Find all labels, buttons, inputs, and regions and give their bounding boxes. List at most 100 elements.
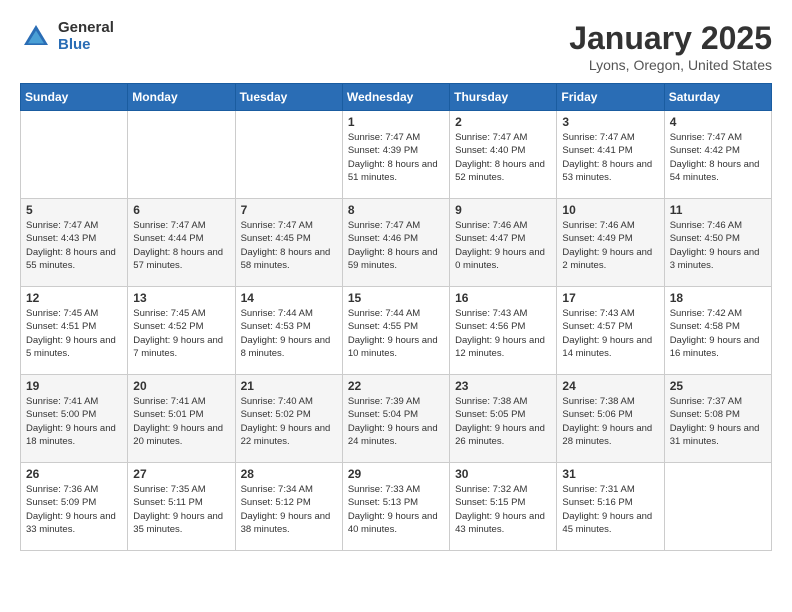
day-header-wednesday: Wednesday	[342, 84, 449, 111]
day-number: 8	[348, 203, 444, 217]
day-info: Sunrise: 7:47 AM Sunset: 4:40 PM Dayligh…	[455, 131, 551, 184]
calendar-cell: 10 Sunrise: 7:46 AM Sunset: 4:49 PM Dayli…	[557, 199, 664, 287]
day-number: 16	[455, 291, 551, 305]
day-info: Sunrise: 7:46 AM Sunset: 4:47 PM Dayligh…	[455, 219, 551, 272]
calendar-cell: 9 Sunrise: 7:46 AM Sunset: 4:47 PM Daylig…	[450, 199, 557, 287]
day-number: 20	[133, 379, 229, 393]
calendar-cell	[235, 111, 342, 199]
day-info: Sunrise: 7:44 AM Sunset: 4:55 PM Dayligh…	[348, 307, 444, 360]
logo: General Blue	[20, 20, 114, 53]
day-header-saturday: Saturday	[664, 84, 771, 111]
day-info: Sunrise: 7:41 AM Sunset: 5:01 PM Dayligh…	[133, 395, 229, 448]
day-info: Sunrise: 7:44 AM Sunset: 4:53 PM Dayligh…	[241, 307, 337, 360]
calendar-cell	[664, 463, 771, 551]
day-info: Sunrise: 7:47 AM Sunset: 4:41 PM Dayligh…	[562, 131, 658, 184]
day-info: Sunrise: 7:38 AM Sunset: 5:05 PM Dayligh…	[455, 395, 551, 448]
week-row-3: 19 Sunrise: 7:41 AM Sunset: 5:00 PM Dayli…	[21, 375, 772, 463]
calendar-cell: 16Sunrise: 7:43 AM Sunset: 4:56 PM Dayli…	[450, 287, 557, 375]
day-info: Sunrise: 7:43 AM Sunset: 4:57 PM Dayligh…	[562, 307, 658, 360]
calendar-cell: 18Sunrise: 7:42 AM Sunset: 4:58 PM Dayli…	[664, 287, 771, 375]
day-info: Sunrise: 7:47 AM Sunset: 4:43 PM Dayligh…	[26, 219, 122, 272]
day-info: Sunrise: 7:31 AM Sunset: 5:16 PM Dayligh…	[562, 483, 658, 536]
day-info: Sunrise: 7:42 AM Sunset: 4:58 PM Dayligh…	[670, 307, 766, 360]
calendar-cell: 12Sunrise: 7:45 AM Sunset: 4:51 PM Dayli…	[21, 287, 128, 375]
day-number: 2	[455, 115, 551, 129]
calendar-cell: 2 Sunrise: 7:47 AM Sunset: 4:40 PM Daylig…	[450, 111, 557, 199]
day-header-friday: Friday	[557, 84, 664, 111]
day-info: Sunrise: 7:47 AM Sunset: 4:39 PM Dayligh…	[348, 131, 444, 184]
day-number: 25	[670, 379, 766, 393]
calendar-cell: 22 Sunrise: 7:39 AM Sunset: 5:04 PM Dayli…	[342, 375, 449, 463]
day-info: Sunrise: 7:39 AM Sunset: 5:04 PM Dayligh…	[348, 395, 444, 448]
day-number: 26	[26, 467, 122, 481]
calendar-cell: 11 Sunrise: 7:46 AM Sunset: 4:50 PM Dayli…	[664, 199, 771, 287]
day-info: Sunrise: 7:32 AM Sunset: 5:15 PM Dayligh…	[455, 483, 551, 536]
day-number: 4	[670, 115, 766, 129]
day-number: 7	[241, 203, 337, 217]
day-info: Sunrise: 7:47 AM Sunset: 4:44 PM Dayligh…	[133, 219, 229, 272]
month-title: January 2025	[569, 20, 772, 57]
day-number: 23	[455, 379, 551, 393]
day-info: Sunrise: 7:37 AM Sunset: 5:08 PM Dayligh…	[670, 395, 766, 448]
week-row-0: 1 Sunrise: 7:47 AM Sunset: 4:39 PM Daylig…	[21, 111, 772, 199]
day-info: Sunrise: 7:35 AM Sunset: 5:11 PM Dayligh…	[133, 483, 229, 536]
day-number: 31	[562, 467, 658, 481]
logo-icon	[20, 21, 52, 53]
day-info: Sunrise: 7:47 AM Sunset: 4:45 PM Dayligh…	[241, 219, 337, 272]
calendar-cell: 17 Sunrise: 7:43 AM Sunset: 4:57 PM Dayli…	[557, 287, 664, 375]
calendar-cell: 24Sunrise: 7:38 AM Sunset: 5:06 PM Dayli…	[557, 375, 664, 463]
day-info: Sunrise: 7:45 AM Sunset: 4:51 PM Dayligh…	[26, 307, 122, 360]
calendar-cell: 20 Sunrise: 7:41 AM Sunset: 5:01 PM Dayli…	[128, 375, 235, 463]
calendar-table: SundayMondayTuesdayWednesdayThursdayFrid…	[20, 83, 772, 551]
title-block: January 2025 Lyons, Oregon, United State…	[569, 20, 772, 73]
day-number: 21	[241, 379, 337, 393]
day-info: Sunrise: 7:47 AM Sunset: 4:46 PM Dayligh…	[348, 219, 444, 272]
day-info: Sunrise: 7:41 AM Sunset: 5:00 PM Dayligh…	[26, 395, 122, 448]
day-info: Sunrise: 7:46 AM Sunset: 4:49 PM Dayligh…	[562, 219, 658, 272]
calendar-cell: 23 Sunrise: 7:38 AM Sunset: 5:05 PM Dayli…	[450, 375, 557, 463]
day-info: Sunrise: 7:33 AM Sunset: 5:13 PM Dayligh…	[348, 483, 444, 536]
calendar-cell: 31 Sunrise: 7:31 AM Sunset: 5:16 PM Dayli…	[557, 463, 664, 551]
day-number: 10	[562, 203, 658, 217]
calendar-cell: 19 Sunrise: 7:41 AM Sunset: 5:00 PM Dayli…	[21, 375, 128, 463]
day-info: Sunrise: 7:36 AM Sunset: 5:09 PM Dayligh…	[26, 483, 122, 536]
calendar-cell: 26 Sunrise: 7:36 AM Sunset: 5:09 PM Dayli…	[21, 463, 128, 551]
day-number: 1	[348, 115, 444, 129]
week-row-2: 12Sunrise: 7:45 AM Sunset: 4:51 PM Dayli…	[21, 287, 772, 375]
day-number: 5	[26, 203, 122, 217]
day-number: 15	[348, 291, 444, 305]
day-number: 28	[241, 467, 337, 481]
header-row: SundayMondayTuesdayWednesdayThursdayFrid…	[21, 84, 772, 111]
calendar-cell	[21, 111, 128, 199]
logo-text: General Blue	[58, 20, 114, 53]
day-number: 11	[670, 203, 766, 217]
day-info: Sunrise: 7:47 AM Sunset: 4:42 PM Dayligh…	[670, 131, 766, 184]
logo-general: General	[58, 20, 114, 37]
calendar-cell: 3 Sunrise: 7:47 AM Sunset: 4:41 PM Daylig…	[557, 111, 664, 199]
day-number: 27	[133, 467, 229, 481]
day-number: 30	[455, 467, 551, 481]
location: Lyons, Oregon, United States	[569, 57, 772, 73]
calendar-cell: 27 Sunrise: 7:35 AM Sunset: 5:11 PM Dayli…	[128, 463, 235, 551]
day-info: Sunrise: 7:38 AM Sunset: 5:06 PM Dayligh…	[562, 395, 658, 448]
day-info: Sunrise: 7:34 AM Sunset: 5:12 PM Dayligh…	[241, 483, 337, 536]
day-number: 13	[133, 291, 229, 305]
calendar-cell	[128, 111, 235, 199]
calendar-cell: 13 Sunrise: 7:45 AM Sunset: 4:52 PM Dayli…	[128, 287, 235, 375]
day-info: Sunrise: 7:46 AM Sunset: 4:50 PM Dayligh…	[670, 219, 766, 272]
day-header-tuesday: Tuesday	[235, 84, 342, 111]
day-number: 19	[26, 379, 122, 393]
day-number: 6	[133, 203, 229, 217]
day-info: Sunrise: 7:45 AM Sunset: 4:52 PM Dayligh…	[133, 307, 229, 360]
day-number: 29	[348, 467, 444, 481]
day-header-sunday: Sunday	[21, 84, 128, 111]
calendar-cell: 8 Sunrise: 7:47 AM Sunset: 4:46 PM Daylig…	[342, 199, 449, 287]
calendar-cell: 7 Sunrise: 7:47 AM Sunset: 4:45 PM Daylig…	[235, 199, 342, 287]
day-number: 17	[562, 291, 658, 305]
day-number: 22	[348, 379, 444, 393]
logo-blue: Blue	[58, 37, 114, 54]
day-number: 3	[562, 115, 658, 129]
day-number: 14	[241, 291, 337, 305]
day-number: 9	[455, 203, 551, 217]
day-info: Sunrise: 7:40 AM Sunset: 5:02 PM Dayligh…	[241, 395, 337, 448]
